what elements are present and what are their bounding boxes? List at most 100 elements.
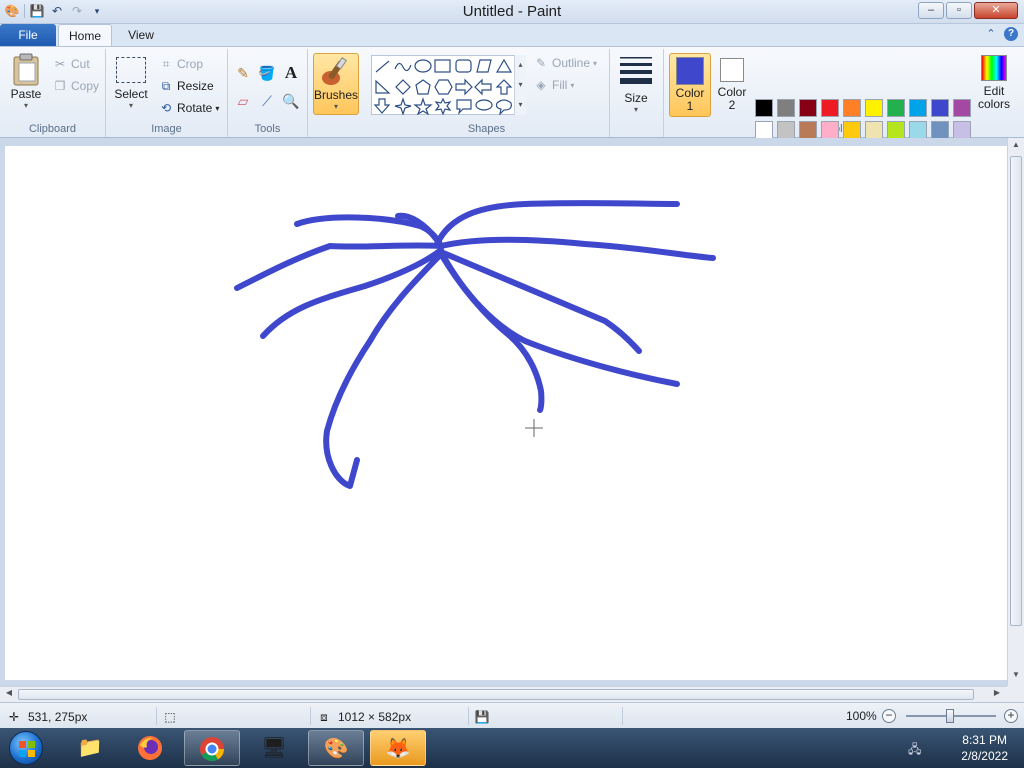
- palette-color-swatch[interactable]: [953, 99, 971, 117]
- app-taskbar-button[interactable]: 🦊: [370, 730, 426, 766]
- status-bar: ✛ 531, 275px ⬚ ⧈ 1012 × 582px 💾 100% − +: [0, 702, 1024, 728]
- up-arrow-shape-icon[interactable]: [495, 79, 513, 95]
- palette-color-swatch[interactable]: [821, 99, 839, 117]
- hexagon-shape-icon[interactable]: [434, 79, 453, 95]
- palette-color-swatch[interactable]: [887, 121, 905, 139]
- brushes-button[interactable]: Brushes ▾: [313, 53, 359, 115]
- palette-color-swatch[interactable]: [909, 121, 927, 139]
- cloud-callout-shape-icon[interactable]: [495, 99, 512, 115]
- select-dropdown-icon[interactable]: ▾: [114, 101, 148, 110]
- paste-button[interactable]: Paste ▾: [6, 53, 46, 110]
- firefox-taskbar-button[interactable]: [122, 730, 178, 766]
- rotate-button[interactable]: ⟲ Rotate ▾: [158, 100, 219, 116]
- palette-color-swatch[interactable]: [755, 99, 773, 117]
- fill-button[interactable]: ◈ Fill ▾: [533, 77, 574, 93]
- palette-color-swatch[interactable]: [799, 121, 817, 139]
- vertical-scrollbar[interactable]: ▲ ▼: [1007, 138, 1024, 686]
- palette-color-swatch[interactable]: [843, 99, 861, 117]
- magnifier-icon[interactable]: 🔍: [280, 89, 302, 111]
- palette-color-swatch[interactable]: [931, 121, 949, 139]
- six-point-star-shape-icon[interactable]: [434, 97, 452, 115]
- pentagon-shape-icon[interactable]: [415, 79, 431, 95]
- horizontal-scroll-thumb[interactable]: [18, 689, 974, 700]
- scroll-right-icon[interactable]: ▶: [990, 688, 1004, 702]
- curve-shape-icon[interactable]: [394, 62, 412, 72]
- select-button[interactable]: Select ▾: [114, 57, 148, 110]
- remote-desktop-taskbar-button[interactable]: 🖥: [246, 730, 302, 766]
- paste-dropdown-icon[interactable]: ▾: [6, 101, 46, 110]
- paste-icon: [13, 53, 39, 86]
- file-explorer-taskbar-button[interactable]: 📁: [62, 730, 118, 766]
- tab-home[interactable]: Home: [58, 24, 112, 46]
- size-button[interactable]: Size ▾: [616, 55, 656, 114]
- outline-button[interactable]: ✎ Outline ▾: [533, 55, 597, 71]
- right-triangle-shape-icon[interactable]: [375, 79, 391, 94]
- palette-color-swatch[interactable]: [799, 99, 817, 117]
- copy-button[interactable]: ❐ Copy: [52, 78, 99, 94]
- clipboard-group: Paste ▾ ✂ Cut ❐ Copy Clipboard: [0, 49, 106, 137]
- rounded-callout-shape-icon[interactable]: [456, 99, 472, 115]
- horizontal-scrollbar[interactable]: ◀ ▶: [0, 686, 1007, 702]
- zoom-slider-thumb[interactable]: [946, 709, 954, 723]
- triangle-shape-icon[interactable]: [495, 58, 513, 73]
- palette-color-swatch[interactable]: [887, 99, 905, 117]
- brushes-dropdown-icon: ▾: [333, 102, 338, 111]
- five-point-star-shape-icon[interactable]: [413, 97, 433, 115]
- drawing-canvas[interactable]: [5, 146, 1007, 680]
- close-button[interactable]: ✕: [974, 2, 1018, 19]
- crop-button[interactable]: ⌗ Crop: [158, 56, 203, 72]
- rounded-rectangle-shape-icon[interactable]: [455, 59, 472, 73]
- cut-button[interactable]: ✂ Cut: [52, 56, 90, 72]
- right-arrow-shape-icon[interactable]: [455, 78, 473, 96]
- brush-stroke: [438, 236, 716, 261]
- minimize-ribbon-icon[interactable]: ⌃: [984, 27, 998, 41]
- palette-color-swatch[interactable]: [909, 99, 927, 117]
- scroll-up-icon[interactable]: ▲: [1008, 140, 1024, 154]
- shapes-gallery: [371, 55, 526, 115]
- start-button[interactable]: [4, 729, 48, 767]
- palette-color-swatch[interactable]: [755, 121, 773, 139]
- polygon-shape-icon[interactable]: [476, 59, 492, 73]
- oval-shape-icon[interactable]: [414, 59, 432, 73]
- palette-color-swatch[interactable]: [953, 121, 971, 139]
- tab-view[interactable]: View: [120, 24, 162, 46]
- palette-color-swatch[interactable]: [865, 99, 883, 117]
- palette-color-swatch[interactable]: [931, 99, 949, 117]
- resize-button[interactable]: ⧉ Resize: [158, 78, 214, 94]
- scroll-left-icon[interactable]: ◀: [2, 688, 16, 702]
- rectangle-shape-icon[interactable]: [434, 59, 451, 73]
- vertical-scroll-thumb[interactable]: [1010, 156, 1022, 626]
- palette-color-swatch[interactable]: [843, 121, 861, 139]
- clock[interactable]: 8:31 PM 2/8/2022: [961, 732, 1008, 764]
- chrome-taskbar-button[interactable]: [184, 730, 240, 766]
- zoom-out-button[interactable]: −: [882, 709, 896, 723]
- help-icon[interactable]: ?: [1004, 27, 1018, 41]
- canvas-size-icon: ⧈: [320, 710, 328, 724]
- left-arrow-shape-icon[interactable]: [474, 78, 492, 96]
- maximize-button[interactable]: ▫: [946, 2, 972, 19]
- paint-taskbar-button[interactable]: 🎨: [308, 730, 364, 766]
- eraser-icon[interactable]: ▱: [232, 89, 254, 111]
- down-arrow-shape-icon[interactable]: [373, 98, 391, 114]
- zoom-in-button[interactable]: +: [1004, 709, 1018, 723]
- line-shape-icon[interactable]: [375, 60, 390, 73]
- zoom-level: 100%: [846, 709, 877, 723]
- resize-label: Resize: [177, 79, 214, 93]
- palette-color-swatch[interactable]: [865, 121, 883, 139]
- four-point-star-shape-icon[interactable]: [394, 97, 412, 115]
- minimize-button[interactable]: –: [918, 2, 944, 19]
- fill-bucket-icon[interactable]: 🪣: [256, 61, 278, 83]
- scroll-down-icon[interactable]: ▼: [1008, 670, 1024, 684]
- scroll-corner: [1007, 686, 1024, 702]
- palette-color-swatch[interactable]: [777, 99, 795, 117]
- network-icon[interactable]: 🖧: [908, 740, 921, 761]
- diamond-shape-icon[interactable]: [395, 79, 411, 95]
- text-tool-icon[interactable]: A: [280, 61, 302, 83]
- color-picker-icon[interactable]: ⟋: [256, 89, 278, 111]
- oval-callout-shape-icon[interactable]: [475, 99, 493, 111]
- pencil-icon[interactable]: ✎: [232, 61, 254, 83]
- palette-color-swatch[interactable]: [821, 121, 839, 139]
- palette-color-swatch[interactable]: [777, 121, 795, 139]
- tab-file[interactable]: File: [0, 24, 56, 46]
- shapes-gallery-scroll[interactable]: ▴ ▾ ▾: [514, 55, 526, 115]
